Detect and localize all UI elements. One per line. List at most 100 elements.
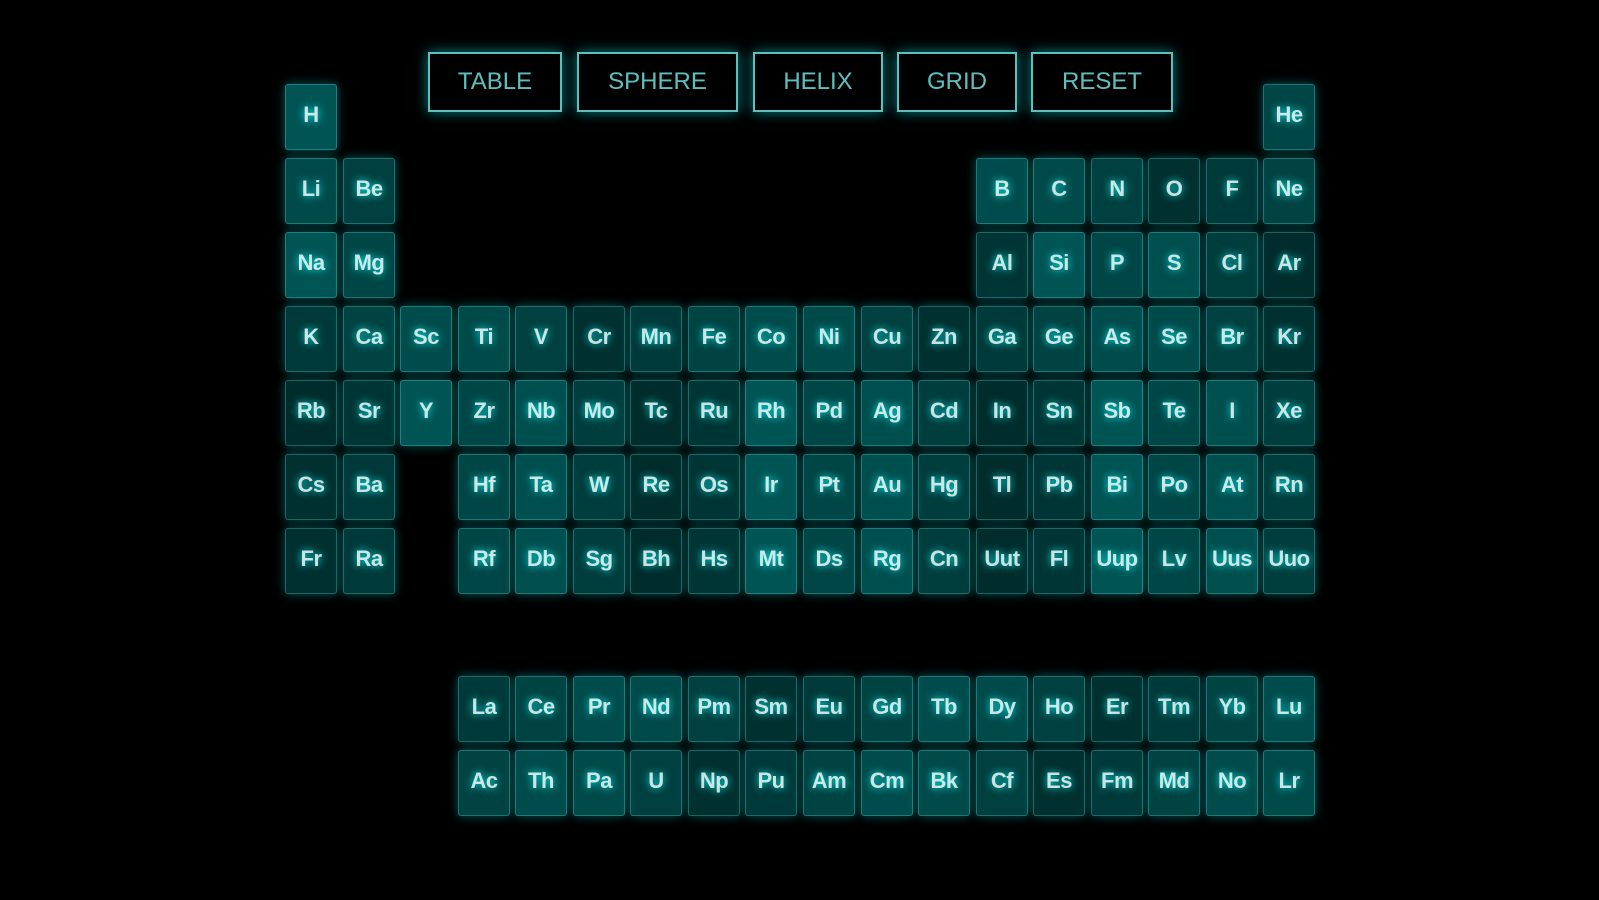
element-tile-tl[interactable]: Tl: [976, 454, 1028, 520]
element-tile-mg[interactable]: Mg: [343, 232, 395, 298]
element-tile-uup[interactable]: Uup: [1091, 528, 1143, 594]
element-tile-cd[interactable]: Cd: [918, 380, 970, 446]
element-tile-ac[interactable]: Ac: [458, 750, 510, 816]
element-tile-in[interactable]: In: [976, 380, 1028, 446]
element-tile-ba[interactable]: Ba: [343, 454, 395, 520]
element-tile-n[interactable]: N: [1091, 158, 1143, 224]
sphere-button[interactable]: SPHERE: [577, 52, 738, 112]
element-tile-md[interactable]: Md: [1148, 750, 1200, 816]
element-tile-au[interactable]: Au: [861, 454, 913, 520]
element-tile-sb[interactable]: Sb: [1091, 380, 1143, 446]
reset-button[interactable]: RESET: [1031, 52, 1173, 112]
element-tile-nb[interactable]: Nb: [515, 380, 567, 446]
element-tile-o[interactable]: O: [1148, 158, 1200, 224]
element-tile-se[interactable]: Se: [1148, 306, 1200, 372]
element-tile-v[interactable]: V: [515, 306, 567, 372]
element-tile-ra[interactable]: Ra: [343, 528, 395, 594]
element-tile-rh[interactable]: Rh: [745, 380, 797, 446]
element-tile-tm[interactable]: Tm: [1148, 676, 1200, 742]
element-tile-la[interactable]: La: [458, 676, 510, 742]
element-tile-am[interactable]: Am: [803, 750, 855, 816]
element-tile-db[interactable]: Db: [515, 528, 567, 594]
element-tile-cn[interactable]: Cn: [918, 528, 970, 594]
element-tile-c[interactable]: C: [1033, 158, 1085, 224]
element-tile-uut[interactable]: Uut: [976, 528, 1028, 594]
grid-button[interactable]: GRID: [897, 52, 1017, 112]
element-tile-zn[interactable]: Zn: [918, 306, 970, 372]
element-tile-tc[interactable]: Tc: [630, 380, 682, 446]
element-tile-li[interactable]: Li: [285, 158, 337, 224]
element-tile-no[interactable]: No: [1206, 750, 1258, 816]
element-tile-es[interactable]: Es: [1033, 750, 1085, 816]
element-tile-lv[interactable]: Lv: [1148, 528, 1200, 594]
element-tile-ar[interactable]: Ar: [1263, 232, 1315, 298]
element-tile-br[interactable]: Br: [1206, 306, 1258, 372]
element-tile-eu[interactable]: Eu: [803, 676, 855, 742]
element-tile-fe[interactable]: Fe: [688, 306, 740, 372]
element-tile-cr[interactable]: Cr: [573, 306, 625, 372]
element-tile-b[interactable]: B: [976, 158, 1028, 224]
table-button[interactable]: TABLE: [428, 52, 562, 112]
element-tile-ce[interactable]: Ce: [515, 676, 567, 742]
element-tile-si[interactable]: Si: [1033, 232, 1085, 298]
element-tile-xe[interactable]: Xe: [1263, 380, 1315, 446]
element-tile-ds[interactable]: Ds: [803, 528, 855, 594]
element-tile-sr[interactable]: Sr: [343, 380, 395, 446]
element-tile-lr[interactable]: Lr: [1263, 750, 1315, 816]
element-tile-uuo[interactable]: Uuo: [1263, 528, 1315, 594]
element-tile-ca[interactable]: Ca: [343, 306, 395, 372]
element-tile-zr[interactable]: Zr: [458, 380, 510, 446]
element-tile-mt[interactable]: Mt: [745, 528, 797, 594]
element-tile-po[interactable]: Po: [1148, 454, 1200, 520]
element-tile-ho[interactable]: Ho: [1033, 676, 1085, 742]
element-tile-cm[interactable]: Cm: [861, 750, 913, 816]
element-tile-rf[interactable]: Rf: [458, 528, 510, 594]
element-tile-bk[interactable]: Bk: [918, 750, 970, 816]
element-tile-ga[interactable]: Ga: [976, 306, 1028, 372]
element-tile-ru[interactable]: Ru: [688, 380, 740, 446]
element-tile-y[interactable]: Y: [400, 380, 452, 446]
element-tile-dy[interactable]: Dy: [976, 676, 1028, 742]
element-tile-mn[interactable]: Mn: [630, 306, 682, 372]
element-tile-fl[interactable]: Fl: [1033, 528, 1085, 594]
element-tile-f[interactable]: F: [1206, 158, 1258, 224]
element-tile-s[interactable]: S: [1148, 232, 1200, 298]
element-tile-ti[interactable]: Ti: [458, 306, 510, 372]
element-tile-al[interactable]: Al: [976, 232, 1028, 298]
element-tile-np[interactable]: Np: [688, 750, 740, 816]
element-tile-ne[interactable]: Ne: [1263, 158, 1315, 224]
element-tile-cu[interactable]: Cu: [861, 306, 913, 372]
element-tile-cs[interactable]: Cs: [285, 454, 337, 520]
element-tile-yb[interactable]: Yb: [1206, 676, 1258, 742]
element-tile-lu[interactable]: Lu: [1263, 676, 1315, 742]
element-tile-cl[interactable]: Cl: [1206, 232, 1258, 298]
element-tile-pa[interactable]: Pa: [573, 750, 625, 816]
element-tile-er[interactable]: Er: [1091, 676, 1143, 742]
element-tile-pb[interactable]: Pb: [1033, 454, 1085, 520]
element-tile-fr[interactable]: Fr: [285, 528, 337, 594]
element-tile-pd[interactable]: Pd: [803, 380, 855, 446]
element-tile-as[interactable]: As: [1091, 306, 1143, 372]
element-tile-k[interactable]: K: [285, 306, 337, 372]
element-tile-na[interactable]: Na: [285, 232, 337, 298]
element-tile-hs[interactable]: Hs: [688, 528, 740, 594]
element-tile-gd[interactable]: Gd: [861, 676, 913, 742]
element-tile-pr[interactable]: Pr: [573, 676, 625, 742]
element-tile-co[interactable]: Co: [745, 306, 797, 372]
helix-button[interactable]: HELIX: [753, 52, 883, 112]
element-tile-uus[interactable]: Uus: [1206, 528, 1258, 594]
element-tile-bh[interactable]: Bh: [630, 528, 682, 594]
element-tile-sm[interactable]: Sm: [745, 676, 797, 742]
element-tile-ir[interactable]: Ir: [745, 454, 797, 520]
element-tile-pu[interactable]: Pu: [745, 750, 797, 816]
element-tile-sn[interactable]: Sn: [1033, 380, 1085, 446]
element-tile-p[interactable]: P: [1091, 232, 1143, 298]
element-tile-bi[interactable]: Bi: [1091, 454, 1143, 520]
element-tile-sg[interactable]: Sg: [573, 528, 625, 594]
element-tile-hg[interactable]: Hg: [918, 454, 970, 520]
element-tile-pt[interactable]: Pt: [803, 454, 855, 520]
element-tile-nd[interactable]: Nd: [630, 676, 682, 742]
element-tile-sc[interactable]: Sc: [400, 306, 452, 372]
element-tile-hf[interactable]: Hf: [458, 454, 510, 520]
element-tile-be[interactable]: Be: [343, 158, 395, 224]
